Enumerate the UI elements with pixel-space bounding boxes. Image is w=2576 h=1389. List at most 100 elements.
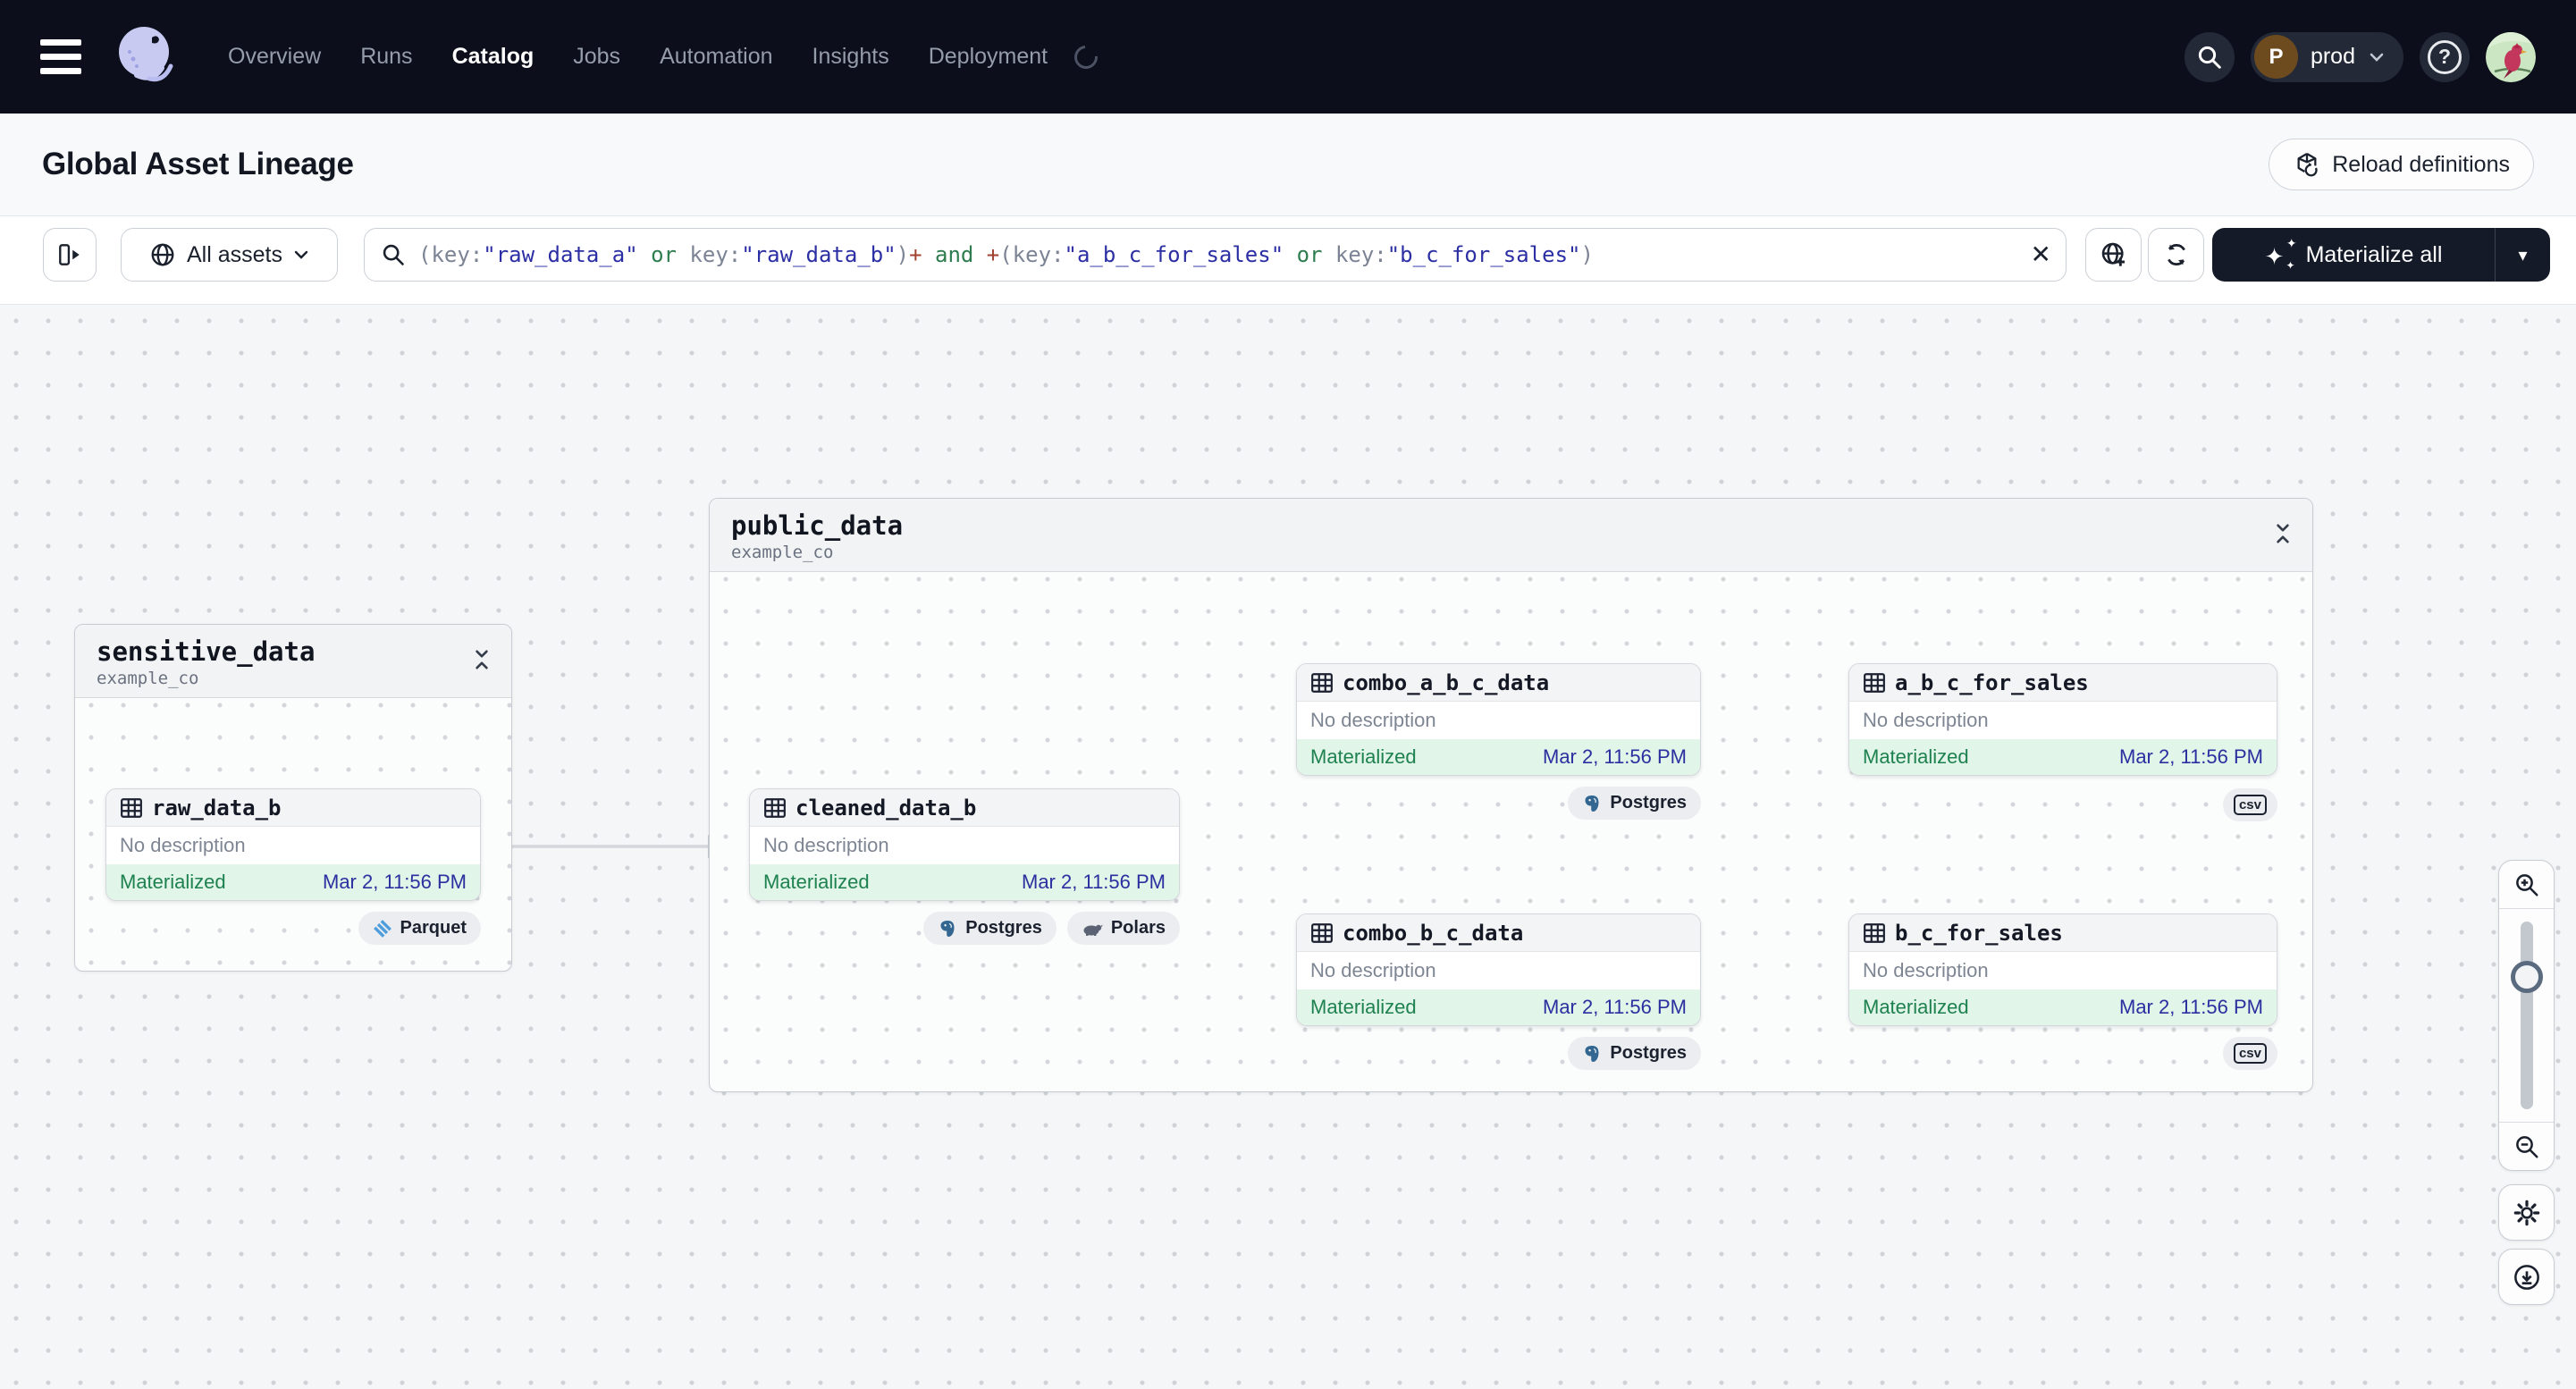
status-badge: Materialized <box>1863 745 1969 768</box>
asset-status-row: Materialized Mar 2, 11:56 PM <box>750 864 1179 900</box>
asset-scope-dropdown[interactable]: All assets <box>121 228 338 282</box>
deployment-avatar: P <box>2253 35 2298 79</box>
asset-name: combo_b_c_data <box>1343 920 1524 946</box>
zoom-slider-thumb[interactable] <box>2510 961 2543 993</box>
asset-status-row: Materialized Mar 2, 11:56 PM <box>106 864 480 900</box>
asset-node-raw-data-b[interactable]: raw_data_b No description Materialized M… <box>105 788 481 901</box>
search-button[interactable] <box>2184 31 2235 82</box>
group-title: public_data <box>731 510 904 541</box>
reload-cube-icon <box>2297 153 2318 177</box>
zoom-in-icon <box>2515 873 2538 896</box>
deployment-name: prod <box>2310 44 2355 69</box>
table-icon <box>1864 922 1885 943</box>
reload-definitions-button[interactable]: Reload definitions <box>2269 139 2534 190</box>
tag-label: Parquet <box>400 918 467 938</box>
lineage-canvas[interactable]: sensitive_data example_co public_data ex… <box>0 305 2576 1389</box>
status-timestamp: Mar 2, 11:56 PM <box>2119 745 2263 768</box>
lineage-toolbar: All assets (key:"raw_data_a" or key:"raw… <box>0 216 2576 305</box>
download-image-button[interactable] <box>2498 1249 2555 1305</box>
navbar-right: P prod ? <box>2184 31 2536 82</box>
deployment-switcher[interactable]: P prod <box>2250 31 2403 82</box>
collapse-group-icon[interactable] <box>2271 522 2294 545</box>
nav-item-deployment[interactable]: Deployment <box>929 44 1048 70</box>
asset-status-row: Materialized Mar 2, 11:56 PM <box>1297 989 1700 1025</box>
table-icon <box>121 797 142 818</box>
asset-search-input[interactable]: (key:"raw_data_a" or key:"raw_data_b")+ … <box>364 228 2067 282</box>
search-icon <box>383 244 404 265</box>
asset-tags-raw-data-b: Parquet <box>105 912 481 945</box>
asset-tags-a-b-c-for-sales: csv <box>1848 788 2277 821</box>
table-icon <box>1311 922 1333 943</box>
asset-description: No description <box>106 827 480 864</box>
nav-item-catalog[interactable]: Catalog <box>452 44 535 70</box>
nav-item-overview[interactable]: Overview <box>228 44 321 70</box>
nav-item-runs[interactable]: Runs <box>360 44 412 70</box>
top-navbar: Overview Runs Catalog Jobs Automation In… <box>0 0 2576 114</box>
user-avatar[interactable] <box>2486 31 2536 82</box>
clear-search-icon[interactable]: ✕ <box>2031 242 2051 267</box>
parquet-icon <box>373 919 391 938</box>
postgres-icon <box>940 920 955 937</box>
polars-icon <box>1083 924 1103 936</box>
zoom-controls <box>2498 860 2555 1171</box>
group-header-public-data[interactable]: public_data example_co <box>710 499 2312 572</box>
asset-name: b_c_for_sales <box>1895 920 2063 946</box>
nav-links: Overview Runs Catalog Jobs Automation In… <box>228 40 1103 73</box>
asset-tags-cleaned-data-b: Postgres Polars <box>749 912 1180 945</box>
refresh-button[interactable] <box>2148 228 2204 282</box>
zoom-out-icon <box>2515 1135 2538 1158</box>
table-icon <box>1311 672 1333 693</box>
asset-name: a_b_c_for_sales <box>1895 669 2089 695</box>
asset-tags-combo-b-c-data: Postgres <box>1296 1037 1701 1070</box>
tag-label: Postgres <box>1610 793 1687 812</box>
tag-postgres: Postgres <box>923 912 1056 945</box>
new-catalog-view-button[interactable] <box>2085 228 2142 282</box>
asset-node-a-b-c-for-sales[interactable]: a_b_c_for_sales No description Materiali… <box>1848 663 2277 776</box>
panel-expand-icon <box>59 244 80 265</box>
asset-node-combo-b-c-data[interactable]: combo_b_c_data No description Materializ… <box>1296 913 1701 1026</box>
asset-name: raw_data_b <box>152 795 282 821</box>
refresh-icon <box>2167 244 2185 265</box>
zoom-slider[interactable] <box>2499 909 2554 1122</box>
zoom-slider-track[interactable] <box>2520 922 2533 1109</box>
asset-description: No description <box>1297 702 1700 739</box>
csv-icon: csv <box>2233 1043 2267 1064</box>
status-timestamp: Mar 2, 11:56 PM <box>323 871 467 893</box>
group-header-sensitive-data[interactable]: sensitive_data example_co <box>75 625 511 698</box>
asset-node-combo-a-b-c-data[interactable]: combo_a_b_c_data No description Material… <box>1296 663 1701 776</box>
tag-postgres: Postgres <box>1568 787 1701 820</box>
asset-description: No description <box>750 827 1179 864</box>
chevron-down-icon <box>2370 53 2384 62</box>
asset-name: combo_a_b_c_data <box>1343 669 1550 695</box>
tag-csv: csv <box>2222 788 2277 821</box>
asset-status-row: Materialized Mar 2, 11:56 PM <box>1849 739 2277 775</box>
asset-description: No description <box>1849 702 2277 739</box>
materialize-options-button[interactable]: ▾ <box>2495 228 2550 282</box>
asset-node-b-c-for-sales[interactable]: b_c_for_sales No description Materialize… <box>1848 913 2277 1026</box>
graph-settings-button[interactable] <box>2498 1184 2555 1241</box>
zoom-out-button[interactable] <box>2499 1123 2554 1170</box>
materialize-all-button[interactable]: ✦ ✦ ✦ Materialize all <box>2212 228 2495 282</box>
collapse-group-icon[interactable] <box>470 648 493 671</box>
asset-status-row: Materialized Mar 2, 11:56 PM <box>1849 989 2277 1025</box>
nav-item-insights[interactable]: Insights <box>812 44 889 70</box>
status-badge: Materialized <box>1310 996 1417 1018</box>
loading-spinner-icon <box>1069 40 1103 73</box>
search-icon <box>2198 46 2221 69</box>
tag-polars: Polars <box>1066 912 1180 945</box>
asset-description: No description <box>1849 952 2277 989</box>
globe-icon <box>151 243 174 266</box>
group-title: sensitive_data <box>97 636 316 667</box>
help-button[interactable]: ? <box>2420 31 2470 82</box>
asset-node-cleaned-data-b[interactable]: cleaned_data_b No description Materializ… <box>749 788 1180 901</box>
zoom-in-button[interactable] <box>2499 861 2554 908</box>
status-badge: Materialized <box>1310 745 1417 768</box>
dagster-logo-icon[interactable] <box>110 20 185 95</box>
asset-scope-label: All assets <box>187 241 282 267</box>
nav-item-automation[interactable]: Automation <box>660 44 772 70</box>
menu-icon[interactable] <box>40 29 97 86</box>
status-badge: Materialized <box>763 871 870 893</box>
nav-item-jobs[interactable]: Jobs <box>573 44 620 70</box>
table-icon <box>1864 672 1885 693</box>
open-sidebar-button[interactable] <box>43 228 97 282</box>
